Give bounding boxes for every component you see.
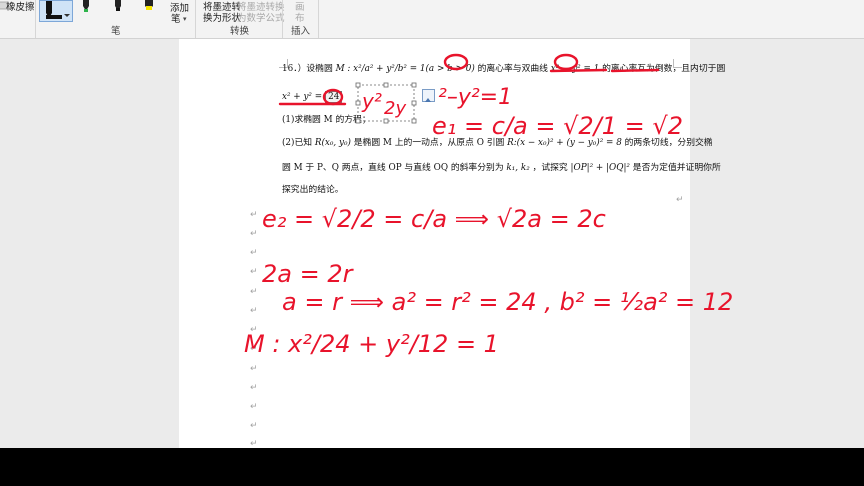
ink-e2-equation: e₂ = √2/2 = c/a ⟹ √2a = 2c xyxy=(262,205,606,233)
word-window: 橡皮擦 添加 笔 ▾ 笔 将墨迹转 换为形状 将墨迹转换 为数学公式 转换 画 … xyxy=(0,0,864,448)
bottom-black-bar xyxy=(0,448,864,486)
ink-x2-y2: y² xyxy=(361,89,382,113)
ink-2a-2r: 2a = 2r xyxy=(262,260,355,288)
ink-annotations: y² 2y ²–y²=1 e₁ = c/a = √2/1 = √2 e₂ = √… xyxy=(244,53,733,358)
ink-hyperbola: ²–y²=1 xyxy=(438,85,512,110)
ink-m-equation: M : x²/24 + y²/12 = 1 xyxy=(244,330,499,358)
ink-2y: 2y xyxy=(384,98,406,119)
ink-circle-reciprocal xyxy=(553,53,579,71)
ink-underline-tangent xyxy=(610,68,660,73)
ink-circle-24 xyxy=(322,88,344,106)
ink-e1-equation: e₁ = c/a = √2/1 = √2 xyxy=(432,112,683,140)
ink-a-r: a = r ⟹ a² = r² = 24 , b² = ½a² = 12 xyxy=(282,288,733,316)
ink-underline-reciprocal xyxy=(549,68,608,73)
ink-circle-eccentricity xyxy=(443,53,469,71)
